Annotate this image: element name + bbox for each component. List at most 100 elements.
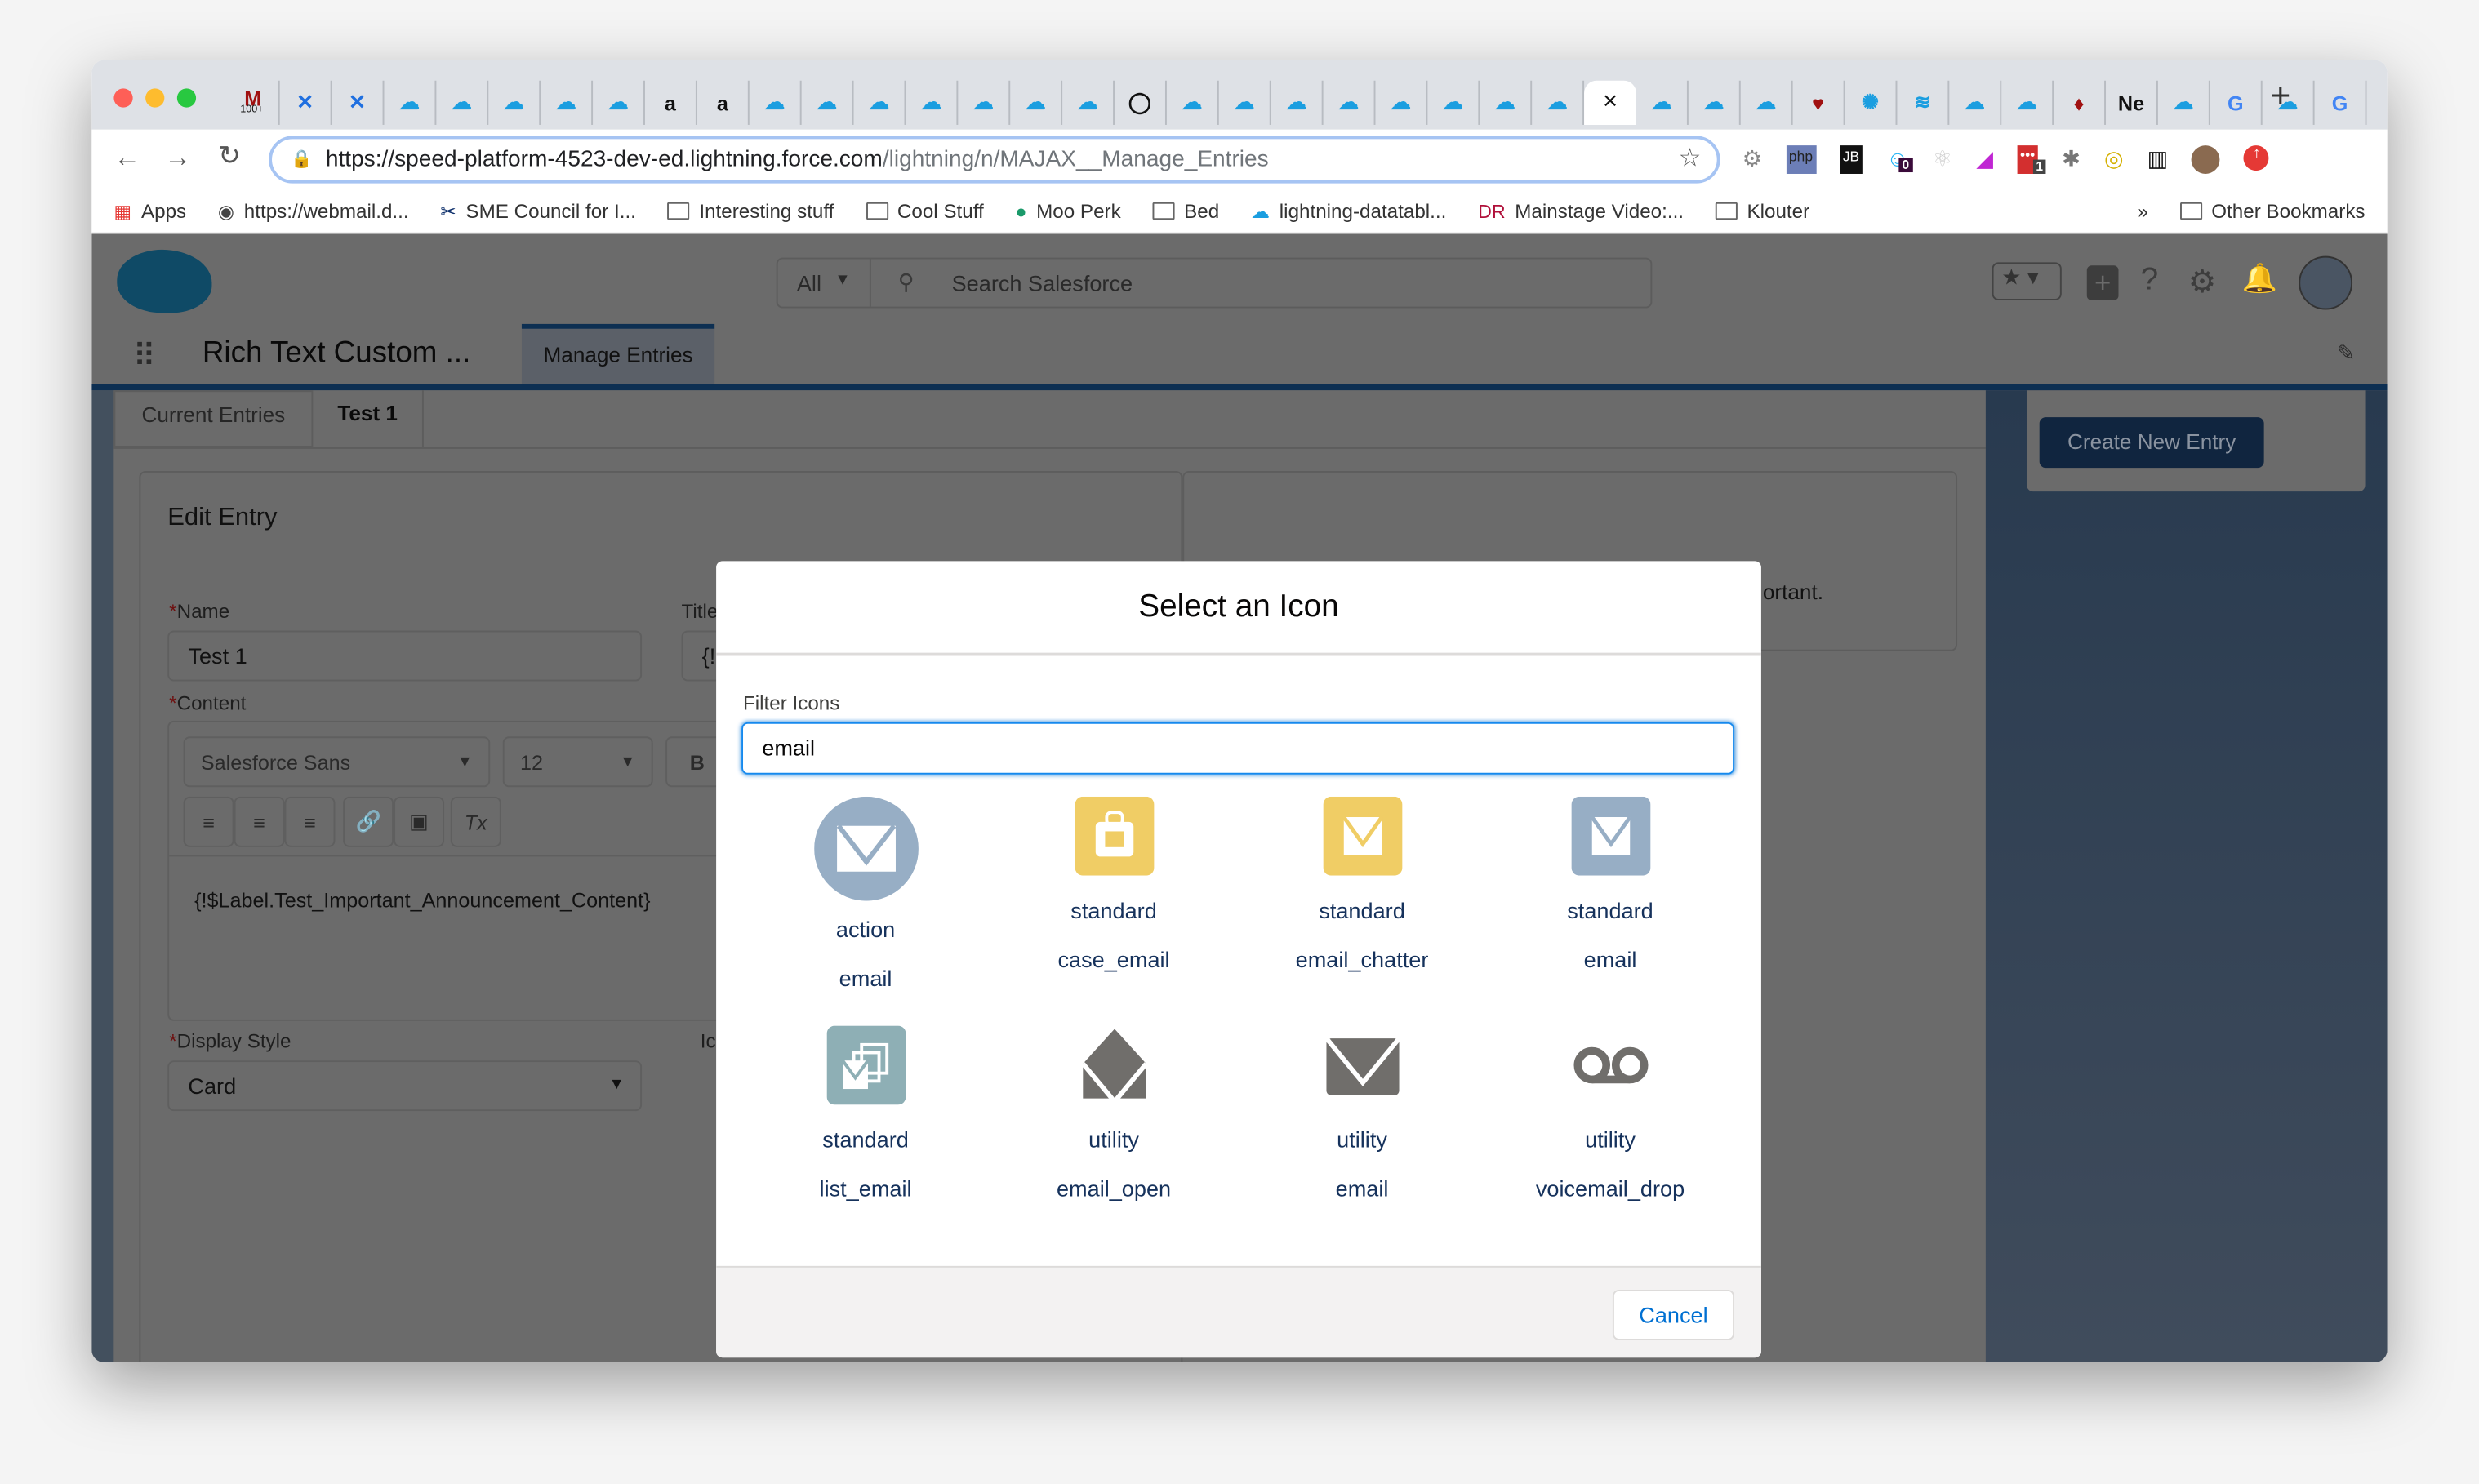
browser-tab[interactable]: ☁ <box>1480 80 1533 125</box>
browser-tab[interactable]: G <box>2210 80 2263 125</box>
extension-target-icon[interactable]: ◎ <box>2104 145 2124 174</box>
bookmark-item[interactable]: ● Moo Perk <box>1015 200 1120 222</box>
browser-tab[interactable]: ☁ <box>1219 80 1271 125</box>
browser-tab[interactable]: ☁ <box>1010 80 1063 125</box>
browser-tab[interactable]: ☁ <box>384 80 437 125</box>
forward-icon[interactable]: → <box>164 142 191 174</box>
edit-nav-pencil-icon[interactable]: ✎ <box>2337 340 2356 367</box>
display-style-select[interactable]: Card ▼ <box>167 1060 643 1112</box>
browser-tab[interactable]: ☁ <box>1741 80 1793 125</box>
browser-tab[interactable]: ☁ <box>750 80 802 125</box>
font-family-select[interactable]: Salesforce Sans ▼ <box>183 736 491 788</box>
clear-formatting-icon[interactable]: Tx <box>450 796 501 847</box>
browser-tab[interactable]: ✕ <box>280 80 332 125</box>
tab-test-1[interactable]: Test 1 <box>313 390 424 447</box>
favorites-button[interactable]: ★ ▾ <box>1992 262 2062 300</box>
extension-upload-icon[interactable]: ↑ <box>2244 145 2270 171</box>
browser-tab[interactable]: ☁ <box>1271 80 1324 125</box>
bookmark-item[interactable]: Bed <box>1152 200 1219 222</box>
browser-tab[interactable]: ☁ <box>1062 80 1115 125</box>
browser-tab[interactable]: ✺ <box>1845 80 1898 125</box>
icon-option-action-email[interactable]: action email <box>741 796 990 991</box>
search-input[interactable]: Search Salesforce <box>952 270 1133 295</box>
browser-tab[interactable]: ☁ <box>958 80 1011 125</box>
bookmark-star-icon[interactable]: ☆ <box>1679 139 1702 180</box>
icon-option-standard-email_chatter[interactable]: standard email_chatter <box>1238 796 1486 991</box>
browser-tab[interactable]: ☁ <box>488 80 541 125</box>
browser-tab[interactable]: a <box>645 80 697 125</box>
browser-tab[interactable]: Ne <box>2106 80 2158 125</box>
name-input[interactable]: Test 1 <box>167 630 643 682</box>
browser-tab[interactable]: ☁ <box>2001 80 2054 125</box>
notifications-bell-icon[interactable]: 🔔 <box>2242 262 2277 295</box>
close-window-button[interactable] <box>113 88 133 108</box>
browser-tab[interactable]: ☁ <box>1427 80 1480 125</box>
minimize-window-button[interactable] <box>145 88 165 108</box>
browser-tab[interactable]: ☁ <box>906 80 959 125</box>
browser-tab[interactable]: ♥ <box>1793 80 1845 125</box>
global-create-icon[interactable]: + <box>2086 265 2119 300</box>
bookmark-item[interactable]: Cool Stuff <box>866 200 984 222</box>
maximize-window-button[interactable] <box>176 88 197 108</box>
nav-tab-manage-entries[interactable]: Manage Entries <box>521 323 715 384</box>
browser-tab[interactable]: G <box>2315 80 2367 125</box>
active-tab-close-button[interactable]: × <box>1584 80 1636 125</box>
browser-tab[interactable]: ☁ <box>1532 80 1585 125</box>
browser-tab[interactable]: ☁ <box>1375 80 1428 125</box>
browser-tab[interactable]: ☁ <box>802 80 854 125</box>
search-scope-dropdown[interactable]: All <box>797 270 821 295</box>
extension-lastpass-icon[interactable]: ••• 1 <box>2017 145 2046 174</box>
browser-tab[interactable]: ✕ <box>332 80 385 125</box>
bookmark-item[interactable]: ◉ https://webmail.d... <box>218 200 409 222</box>
icon-option-standard-email[interactable]: standard email <box>1486 796 1734 991</box>
extension-rss-icon[interactable]: ◢ <box>1976 145 1993 174</box>
browser-tab[interactable]: M 100+ <box>228 80 280 125</box>
align-left-icon[interactable]: ≡ <box>183 796 234 847</box>
tab-current-entries[interactable]: Current Entries <box>113 390 314 447</box>
reload-icon[interactable]: ↻ <box>218 140 241 172</box>
browser-tab[interactable]: ☁ <box>1636 80 1689 125</box>
align-center-icon[interactable]: ≡ <box>234 796 285 847</box>
extension-bars-icon[interactable]: ▥ <box>2147 145 2169 174</box>
icon-option-utility-voicemail_drop[interactable]: utility voicemail_drop <box>1486 1026 1734 1202</box>
browser-tab[interactable]: ☁ <box>2158 80 2210 125</box>
browser-tab[interactable]: ☁ <box>436 80 489 125</box>
browser-tab[interactable]: ☁ <box>1167 80 1219 125</box>
browser-tab[interactable]: ☁ <box>1689 80 1741 125</box>
filter-icons-input[interactable]: email <box>741 722 1735 775</box>
global-search[interactable]: All ▼ ⚲ Search Salesforce <box>776 257 1653 309</box>
content-text[interactable]: {!$Label.Test_Important_Announcement_Con… <box>194 888 650 912</box>
bookmark-item[interactable]: Klouter <box>1715 200 1809 222</box>
link-icon[interactable]: 🔗 <box>343 796 394 847</box>
browser-tab[interactable]: ☁ <box>541 80 594 125</box>
browser-tab[interactable]: ≋ <box>1897 80 1950 125</box>
more-bookmarks-button[interactable]: » <box>2137 200 2147 222</box>
profile-avatar[interactable] <box>2192 145 2221 174</box>
setup-gear-icon[interactable]: ⚙ <box>2188 262 2217 301</box>
url-input[interactable]: 🔒 https://speed-platform-4523-dev-ed.lig… <box>269 136 1720 184</box>
browser-tab[interactable]: ☁ <box>854 80 906 125</box>
cancel-button[interactable]: Cancel <box>1612 1289 1735 1340</box>
new-tab-button[interactable]: + <box>2270 76 2290 117</box>
bookmark-item[interactable]: ✂ SME Council for I... <box>440 200 636 222</box>
user-avatar[interactable] <box>2299 255 2353 310</box>
other-bookmarks[interactable]: Other Bookmarks <box>2179 200 2366 222</box>
browser-tab[interactable]: a <box>697 80 750 125</box>
extension-gear-icon[interactable]: ⚙ <box>1742 145 1762 174</box>
bookmark-item[interactable]: DR Mainstage Video:... <box>1478 200 1684 222</box>
icon-option-utility-email_open[interactable]: utility email_open <box>990 1026 1238 1202</box>
extension-ghost-icon[interactable]: ☺ 0 <box>1886 145 1912 174</box>
extension-react-icon[interactable]: ⚛ <box>1933 145 1952 174</box>
bookmark-item[interactable]: ▦ Apps <box>113 200 186 222</box>
align-right-icon[interactable]: ≡ <box>284 796 336 847</box>
browser-tab[interactable]: ♦ <box>2054 80 2107 125</box>
help-icon[interactable]: ? <box>2141 262 2159 299</box>
browser-tab[interactable]: ☁ <box>593 80 645 125</box>
bookmark-item[interactable]: ☁ lightning-datatabl... <box>1251 200 1446 222</box>
create-new-entry-button[interactable]: Create New Entry <box>2039 417 2264 469</box>
icon-option-standard-case_email[interactable]: standard case_email <box>990 796 1238 991</box>
font-size-select[interactable]: 12 ▼ <box>502 736 653 788</box>
bookmark-item[interactable]: Interesting stuff <box>667 200 834 222</box>
icon-option-standard-list_email[interactable]: standard list_email <box>741 1025 990 1202</box>
browser-tab[interactable]: ◯ <box>1115 80 1167 125</box>
